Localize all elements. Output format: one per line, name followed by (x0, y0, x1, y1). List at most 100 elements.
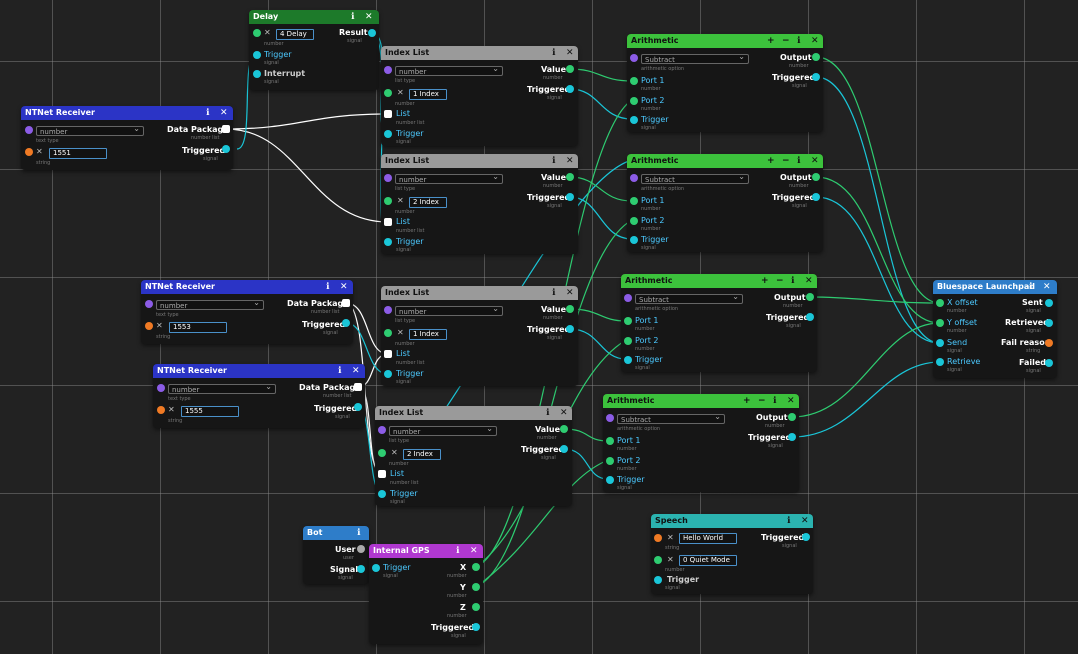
type-select[interactable]: number (395, 172, 503, 184)
fail-reason-port[interactable] (1045, 339, 1053, 347)
info-icon[interactable]: ℹ (1029, 280, 1032, 294)
add-port-icon[interactable]: + (743, 394, 751, 408)
index-list-header[interactable]: Index List ℹ ✕ (381, 286, 578, 300)
type-port[interactable] (145, 300, 153, 308)
remove-port-icon[interactable]: − (782, 34, 790, 48)
triggered-port[interactable] (560, 445, 568, 453)
ntnet-receiver-node[interactable]: NTNet Receiver ℹ ✕ number text type ✕ 155… (153, 364, 365, 428)
info-icon[interactable]: ℹ (456, 544, 459, 558)
list-port[interactable] (384, 218, 392, 226)
port2-input[interactable] (606, 457, 614, 465)
index-list-header[interactable]: Index List ℹ ✕ (381, 154, 578, 168)
result-port[interactable] (368, 29, 376, 37)
close-icon[interactable]: ✕ (805, 274, 813, 288)
type-select[interactable]: number (395, 64, 503, 76)
port1-input[interactable] (630, 197, 638, 205)
add-port-icon[interactable]: + (767, 34, 775, 48)
clear-icon[interactable]: ✕ (397, 196, 404, 205)
trigger-port[interactable] (384, 130, 392, 138)
trigger-port[interactable] (384, 370, 392, 378)
port2-input[interactable] (630, 97, 638, 105)
triggered-port[interactable] (342, 319, 350, 327)
trigger-port[interactable] (606, 476, 614, 484)
arithmetic-node[interactable]: Arithmetic +−ℹ ✕ Subtract arithmetic opti… (627, 154, 823, 252)
trigger-port[interactable] (624, 356, 632, 364)
arithmetic-node[interactable]: Arithmetic +−ℹ ✕ Subtract arithmetic opti… (603, 394, 799, 492)
delay-header[interactable]: Delay ℹ ✕ (249, 10, 379, 24)
quiet-mode-port[interactable] (654, 556, 662, 564)
trigger-port[interactable] (654, 576, 662, 584)
y-port[interactable] (472, 583, 480, 591)
close-icon[interactable]: ✕ (566, 286, 574, 300)
data-package-port[interactable] (342, 299, 350, 307)
info-icon[interactable]: ℹ (357, 526, 360, 540)
close-icon[interactable]: ✕ (470, 544, 478, 558)
frequency-input[interactable]: 1555 (181, 406, 239, 417)
retrieved-port[interactable] (1045, 319, 1053, 327)
port2-input[interactable] (624, 337, 632, 345)
index-list-header[interactable]: Index List ℹ ✕ (375, 406, 572, 420)
x-port[interactable] (472, 563, 480, 571)
index-list-node[interactable]: Index List ℹ ✕ number list type ✕ 2 Index… (381, 154, 578, 254)
triggered-port[interactable] (788, 433, 796, 441)
operation-select[interactable]: Subtract (641, 172, 749, 184)
port1-input[interactable] (624, 317, 632, 325)
index-port[interactable] (378, 449, 386, 457)
triggered-port[interactable] (472, 623, 480, 631)
close-icon[interactable]: ✕ (787, 394, 795, 408)
type-port[interactable] (378, 426, 386, 434)
info-icon[interactable]: ℹ (552, 46, 555, 60)
delay-value-port[interactable] (253, 29, 261, 37)
index-port[interactable] (384, 197, 392, 205)
info-icon[interactable]: ℹ (546, 406, 549, 420)
clear-icon[interactable]: ✕ (667, 555, 674, 564)
close-icon[interactable]: ✕ (340, 280, 348, 294)
type-port[interactable] (25, 126, 33, 134)
ntnet-receiver-node[interactable]: NTNet Receiver ℹ ✕ number text type ✕ 155… (141, 280, 353, 344)
quiet-mode-input[interactable]: 0 Quiet Mode (679, 555, 737, 566)
index-input[interactable]: 1 Index (409, 329, 447, 340)
close-icon[interactable]: ✕ (560, 406, 568, 420)
add-port-icon[interactable]: + (761, 274, 769, 288)
trigger-port[interactable] (630, 116, 638, 124)
trigger-port[interactable] (253, 51, 261, 59)
operation-port[interactable] (624, 294, 632, 302)
type-select[interactable]: number (389, 424, 497, 436)
frequency-input[interactable]: 1551 (49, 148, 107, 159)
type-port[interactable] (384, 174, 392, 182)
operation-port[interactable] (630, 174, 638, 182)
output-port[interactable] (788, 413, 796, 421)
y-offset-port[interactable] (936, 319, 944, 327)
send-port[interactable] (936, 339, 944, 347)
frequency-port[interactable] (157, 406, 165, 414)
value-port[interactable] (566, 305, 574, 313)
type-select[interactable]: number (395, 304, 503, 316)
bot-header[interactable]: Bot ℹ (303, 526, 369, 540)
index-port[interactable] (384, 89, 392, 97)
clear-icon[interactable]: ✕ (156, 321, 163, 330)
close-icon[interactable]: ✕ (365, 10, 373, 24)
triggered-port[interactable] (222, 145, 230, 153)
type-select[interactable]: number (168, 382, 276, 394)
speech-header[interactable]: Speech ℹ ✕ (651, 514, 813, 528)
trigger-port[interactable] (384, 238, 392, 246)
sent-port[interactable] (1045, 299, 1053, 307)
triggered-port[interactable] (566, 193, 574, 201)
list-port[interactable] (378, 470, 386, 478)
operation-select[interactable]: Subtract (635, 292, 743, 304)
remove-port-icon[interactable]: − (782, 154, 790, 168)
close-icon[interactable]: ✕ (1043, 280, 1051, 294)
port1-input[interactable] (630, 77, 638, 85)
gps-header[interactable]: Internal GPS ℹ ✕ (369, 544, 483, 558)
operation-select[interactable]: Subtract (641, 52, 749, 64)
internal-gps-node[interactable]: Internal GPS ℹ ✕ Trigger signal X number … (369, 544, 483, 644)
info-icon[interactable]: ℹ (797, 154, 800, 168)
frequency-port[interactable] (25, 148, 33, 156)
ntnet-receiver-node[interactable]: NTNet Receiver ℹ ✕ number text type ✕ 155… (21, 106, 233, 170)
port2-input[interactable] (630, 217, 638, 225)
frequency-input[interactable]: 1553 (169, 322, 227, 333)
speech-node[interactable]: Speech ℹ ✕ ✕ Hello World string ✕ 0 Quiet… (651, 514, 813, 594)
operation-select[interactable]: Subtract (617, 412, 725, 424)
triggered-port[interactable] (354, 403, 362, 411)
ntnet-header[interactable]: NTNet Receiver ℹ ✕ (153, 364, 365, 378)
